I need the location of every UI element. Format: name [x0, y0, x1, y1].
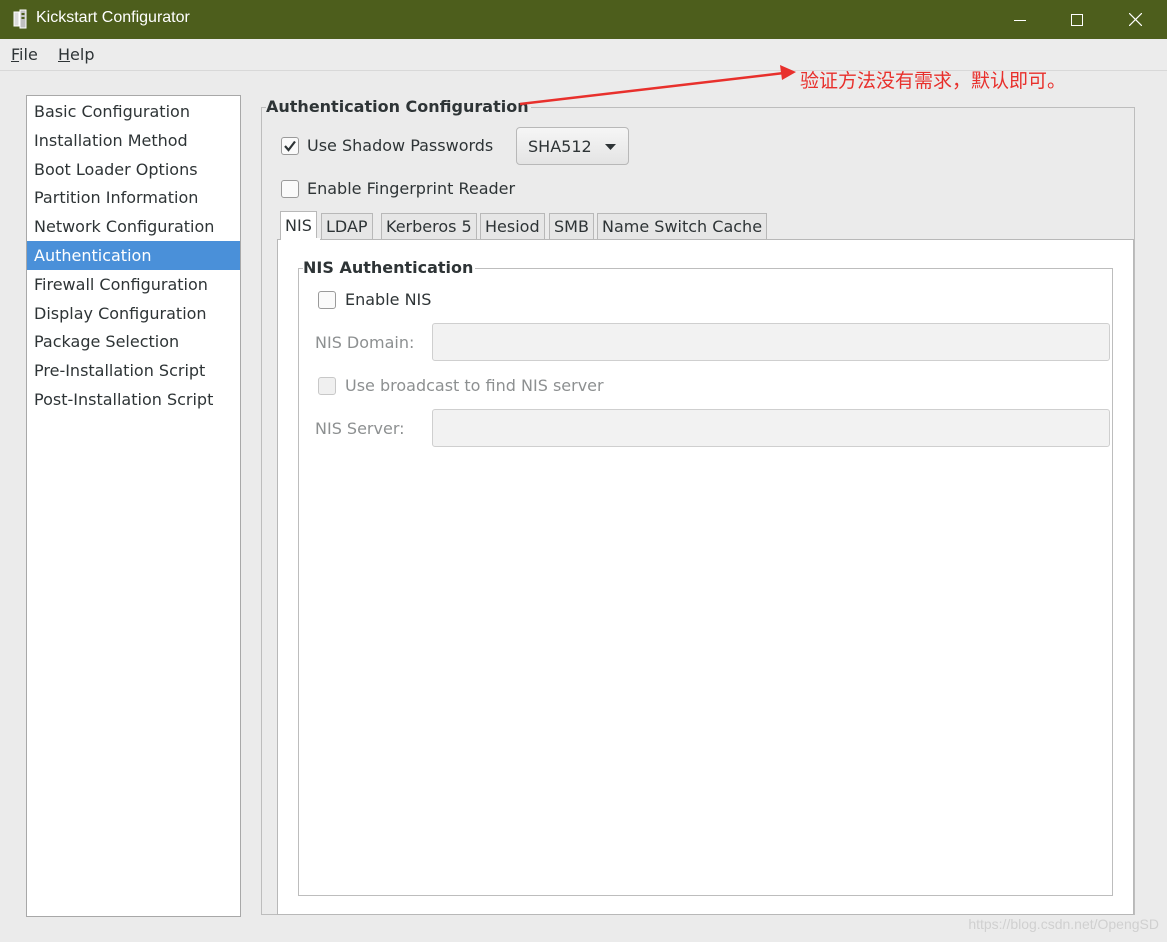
watermark-text: https://blog.csdn.net/OpengSD	[968, 916, 1159, 932]
annotation-text: 验证方法没有需求，默认即可。	[800, 70, 1067, 92]
annotation-arrow	[519, 65, 796, 106]
